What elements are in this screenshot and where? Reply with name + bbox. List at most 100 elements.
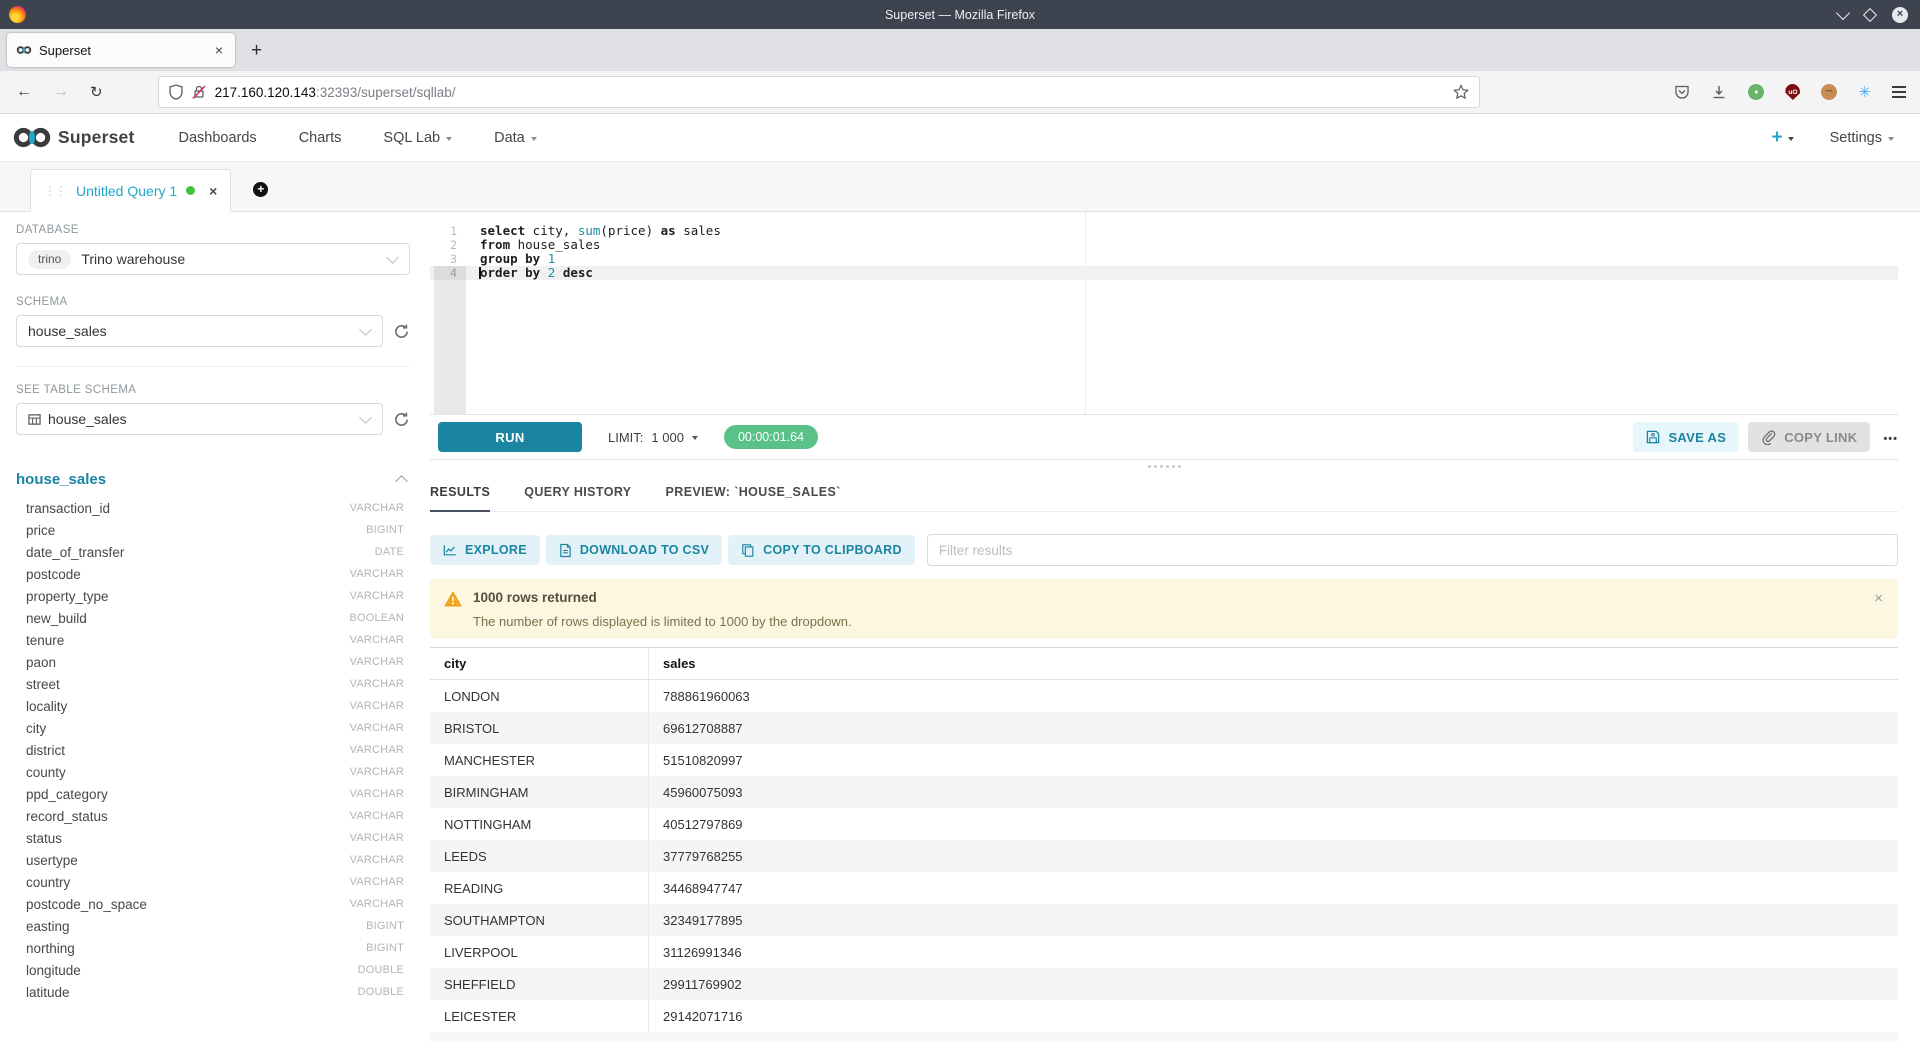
column-row[interactable]: status VARCHAR: [16, 827, 410, 849]
table-row[interactable]: LONDON 788861960063: [430, 680, 1898, 712]
table-row[interactable]: LEICESTER 29142071716: [430, 1000, 1898, 1032]
column-row[interactable]: postcode_no_space VARCHAR: [16, 893, 410, 915]
alert-close-icon[interactable]: [1874, 590, 1883, 607]
table-row[interactable]: NOTTINGHAM 40512797869: [430, 808, 1898, 840]
settings-menu[interactable]: Settings: [1830, 130, 1894, 146]
column-row[interactable]: county VARCHAR: [16, 761, 410, 783]
sql-line[interactable]: 2from house_sales: [430, 238, 1898, 252]
more-actions-icon[interactable]: [1883, 427, 1898, 447]
nav-data[interactable]: Data: [494, 130, 537, 146]
column-row[interactable]: country VARCHAR: [16, 871, 410, 893]
column-row[interactable]: date_of_transfer DATE: [16, 541, 410, 563]
copy-clipboard-button[interactable]: COPY TO CLIPBOARD: [728, 535, 915, 565]
save-as-button[interactable]: SAVE AS: [1633, 422, 1739, 452]
column-row[interactable]: locality VARCHAR: [16, 695, 410, 717]
column-name: county: [26, 765, 66, 780]
table-row[interactable]: READING 34468947747: [430, 872, 1898, 904]
nav-dashboards[interactable]: Dashboards: [179, 130, 257, 146]
drag-handle-icon[interactable]: [44, 184, 66, 198]
explore-button[interactable]: EXPLORE: [430, 535, 540, 565]
tab-preview-table[interactable]: PREVIEW: `HOUSE_SALES`: [666, 485, 841, 512]
window-close-icon[interactable]: [1892, 7, 1908, 23]
table-select[interactable]: house_sales: [16, 403, 383, 435]
new-query-tab-button[interactable]: [253, 182, 268, 197]
tab-close-icon[interactable]: [212, 42, 226, 58]
results-table-header[interactable]: city sales: [430, 648, 1898, 680]
column-row[interactable]: transaction_id VARCHAR: [16, 497, 410, 519]
sql-code[interactable]: 1select city, sum(price) as sales2from h…: [430, 212, 1898, 280]
column-row[interactable]: city VARCHAR: [16, 717, 410, 739]
table-row[interactable]: LIVERPOOL 31126991346: [430, 936, 1898, 968]
column-row[interactable]: property_type VARCHAR: [16, 585, 410, 607]
cell-sales: 40512797869: [648, 808, 1898, 840]
ghostery-extension-icon[interactable]: [1748, 84, 1764, 100]
limit-dropdown[interactable]: LIMIT: 1 000: [608, 430, 698, 445]
pane-resize-handle[interactable]: [430, 460, 1898, 472]
window-maximize-icon[interactable]: [1863, 7, 1877, 21]
back-button[interactable]: [16, 83, 32, 101]
column-row[interactable]: street VARCHAR: [16, 673, 410, 695]
database-select[interactable]: trino Trino warehouse: [16, 243, 410, 275]
header-sales[interactable]: sales: [648, 648, 1898, 679]
multi-account-extension-icon[interactable]: [1858, 83, 1871, 101]
table-row[interactable]: BIRMINGHAM 45960075093: [430, 776, 1898, 808]
column-name: locality: [26, 699, 67, 714]
forward-button[interactable]: [53, 83, 69, 101]
download-icon[interactable]: [1711, 84, 1727, 100]
column-row[interactable]: latitude DOUBLE: [16, 981, 410, 1003]
run-button[interactable]: RUN: [438, 422, 582, 452]
query-tab-close-icon[interactable]: [209, 183, 217, 199]
column-row[interactable]: northing BIGINT: [16, 937, 410, 959]
add-new-button[interactable]: [1771, 128, 1793, 147]
window-minimize-icon[interactable]: [1836, 5, 1850, 19]
url-bar[interactable]: 217.160.120.143:32393/superset/sqllab/: [158, 76, 1480, 108]
insecure-lock-icon[interactable]: [192, 84, 206, 100]
reload-button[interactable]: [90, 83, 103, 101]
table-row[interactable]: LEEDS 37779768255: [430, 840, 1898, 872]
refresh-table-icon[interactable]: [393, 411, 410, 428]
table-row[interactable]: MANCHESTER 51510820997: [430, 744, 1898, 776]
shield-icon[interactable]: [169, 84, 183, 100]
ublock-extension-icon[interactable]: [1785, 84, 1800, 100]
column-row[interactable]: record_status VARCHAR: [16, 805, 410, 827]
chevron-up-icon[interactable]: [395, 475, 408, 488]
column-row[interactable]: new_build BOOLEAN: [16, 607, 410, 629]
column-row[interactable]: longitude DOUBLE: [16, 959, 410, 981]
sql-line[interactable]: 4order by 2 desc: [430, 266, 1898, 280]
schema-select[interactable]: house_sales: [16, 315, 383, 347]
column-row[interactable]: usertype VARCHAR: [16, 849, 410, 871]
cell-sales: 34468947747: [648, 872, 1898, 904]
superset-brand[interactable]: Superset: [12, 127, 135, 148]
menu-icon[interactable]: [1892, 86, 1906, 97]
column-row[interactable]: ppd_category VARCHAR: [16, 783, 410, 805]
filter-results-input[interactable]: [927, 534, 1898, 566]
pocket-icon[interactable]: [1674, 84, 1690, 100]
nav-charts[interactable]: Charts: [299, 130, 342, 146]
nav-sql-lab[interactable]: SQL Lab: [383, 130, 452, 146]
column-row[interactable]: easting BIGINT: [16, 915, 410, 937]
refresh-schema-icon[interactable]: [393, 323, 410, 340]
column-row[interactable]: postcode VARCHAR: [16, 563, 410, 585]
tab-results[interactable]: RESULTS: [430, 485, 490, 512]
cookie-extension-icon[interactable]: [1821, 84, 1837, 100]
column-row[interactable]: paon VARCHAR: [16, 651, 410, 673]
sql-editor[interactable]: 1select city, sum(price) as sales2from h…: [430, 212, 1898, 414]
tab-query-history[interactable]: QUERY HISTORY: [524, 485, 631, 512]
table-row[interactable]: SHEFFIELD 29911769902: [430, 968, 1898, 1000]
copy-link-button[interactable]: COPY LINK: [1748, 422, 1870, 452]
column-row[interactable]: district VARCHAR: [16, 739, 410, 761]
column-row[interactable]: price BIGINT: [16, 519, 410, 541]
query-tab[interactable]: Untitled Query 1: [30, 169, 231, 212]
column-row[interactable]: tenure VARCHAR: [16, 629, 410, 651]
header-city[interactable]: city: [430, 656, 648, 671]
sql-line[interactable]: 1select city, sum(price) as sales: [430, 224, 1898, 238]
table-row[interactable]: BRISTOL 69612708887: [430, 712, 1898, 744]
sql-line[interactable]: 3group by 1: [430, 252, 1898, 266]
bookmark-star-icon[interactable]: [1453, 84, 1469, 100]
table-section-header[interactable]: house_sales: [16, 471, 410, 488]
column-name: latitude: [26, 985, 70, 1000]
browser-tab[interactable]: Superset: [7, 33, 235, 67]
download-csv-button[interactable]: DOWNLOAD TO CSV: [546, 535, 722, 565]
new-tab-button[interactable]: [251, 41, 262, 60]
table-row[interactable]: SOUTHAMPTON 32349177895: [430, 904, 1898, 936]
